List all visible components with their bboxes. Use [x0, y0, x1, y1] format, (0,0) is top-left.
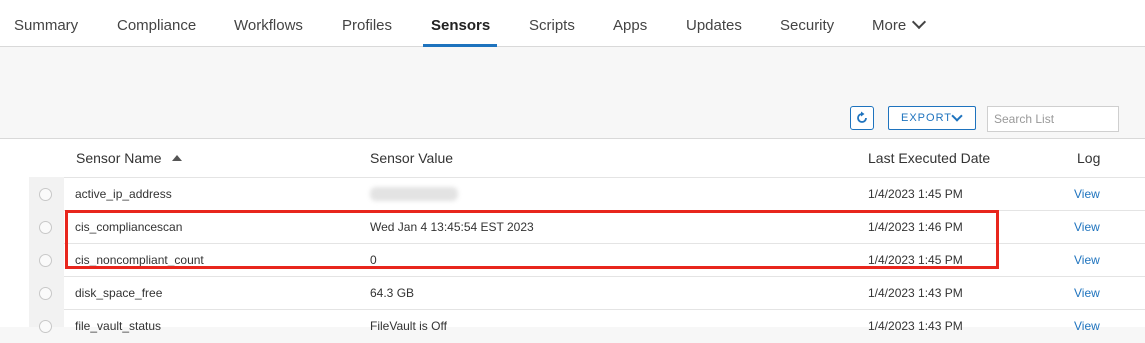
tab-scripts[interactable]: Scripts	[529, 0, 575, 46]
tab-compliance[interactable]: Compliance	[117, 0, 196, 46]
view-log-link[interactable]: View	[1074, 253, 1100, 267]
view-log-link[interactable]: View	[1074, 220, 1100, 234]
sort-ascending-icon	[171, 155, 182, 161]
table-row[interactable]: file_vault_status FileVault is Off 1/4/2…	[64, 309, 1145, 343]
row-select-radio[interactable]	[39, 320, 52, 333]
row-select-radio[interactable]	[39, 221, 52, 234]
view-log-link[interactable]: View	[1074, 319, 1100, 333]
sensor-value: FileVault is Off	[370, 319, 447, 333]
table-row[interactable]: disk_space_free 64.3 GB 1/4/2023 1:43 PM…	[64, 276, 1145, 310]
tab-summary[interactable]: Summary	[14, 0, 78, 46]
row-select-radio[interactable]	[39, 287, 52, 300]
last-executed-date: 1/4/2023 1:43 PM	[868, 286, 963, 300]
view-log-link[interactable]: View	[1074, 286, 1100, 300]
table-row[interactable]: active_ip_address 1/4/2023 1:45 PM View	[64, 177, 1145, 211]
search-input[interactable]	[987, 106, 1119, 132]
export-label: EXPORT	[901, 112, 953, 124]
row-select-radio[interactable]	[39, 254, 52, 267]
tab-profiles[interactable]: Profiles	[342, 0, 392, 46]
refresh-button[interactable]	[850, 106, 874, 130]
tab-workflows[interactable]: Workflows	[234, 0, 303, 46]
highlight-annotation-box	[65, 210, 999, 269]
tab-apps[interactable]: Apps	[613, 0, 647, 46]
chevron-down-icon	[912, 14, 927, 30]
column-header-sensor-name[interactable]: Sensor Name	[76, 150, 182, 166]
chevron-down-icon	[951, 110, 963, 122]
refresh-icon	[857, 111, 867, 123]
sensor-name: active_ip_address	[75, 187, 172, 201]
sensor-value: 64.3 GB	[370, 286, 415, 300]
column-header-log[interactable]: Log	[1077, 150, 1100, 166]
tab-bar: Summary Compliance Workflows Profiles Se…	[0, 0, 1145, 47]
last-executed-date: 1/4/2023 1:43 PM	[868, 319, 963, 333]
row-select-radio[interactable]	[39, 188, 52, 201]
column-header-sensor-value[interactable]: Sensor Value	[370, 150, 453, 166]
tab-sensors[interactable]: Sensors	[431, 0, 490, 46]
column-header-label: Sensor Name	[76, 150, 162, 166]
view-log-link[interactable]: View	[1074, 187, 1100, 201]
tab-updates[interactable]: Updates	[686, 0, 742, 46]
tab-more-label: More	[872, 17, 907, 34]
tab-more[interactable]: More	[872, 0, 927, 46]
column-header-last-executed-date[interactable]: Last Executed Date	[868, 150, 990, 166]
sensor-name: file_vault_status	[75, 319, 162, 333]
redacted-value	[370, 187, 458, 201]
active-tab-indicator	[423, 44, 497, 47]
tab-security[interactable]: Security	[780, 0, 834, 46]
table-header: Sensor Name Sensor Value Last Executed D…	[0, 139, 1145, 177]
export-button[interactable]: EXPORT	[888, 106, 976, 130]
sensor-name: disk_space_free	[75, 286, 163, 300]
last-executed-date: 1/4/2023 1:45 PM	[868, 187, 963, 201]
